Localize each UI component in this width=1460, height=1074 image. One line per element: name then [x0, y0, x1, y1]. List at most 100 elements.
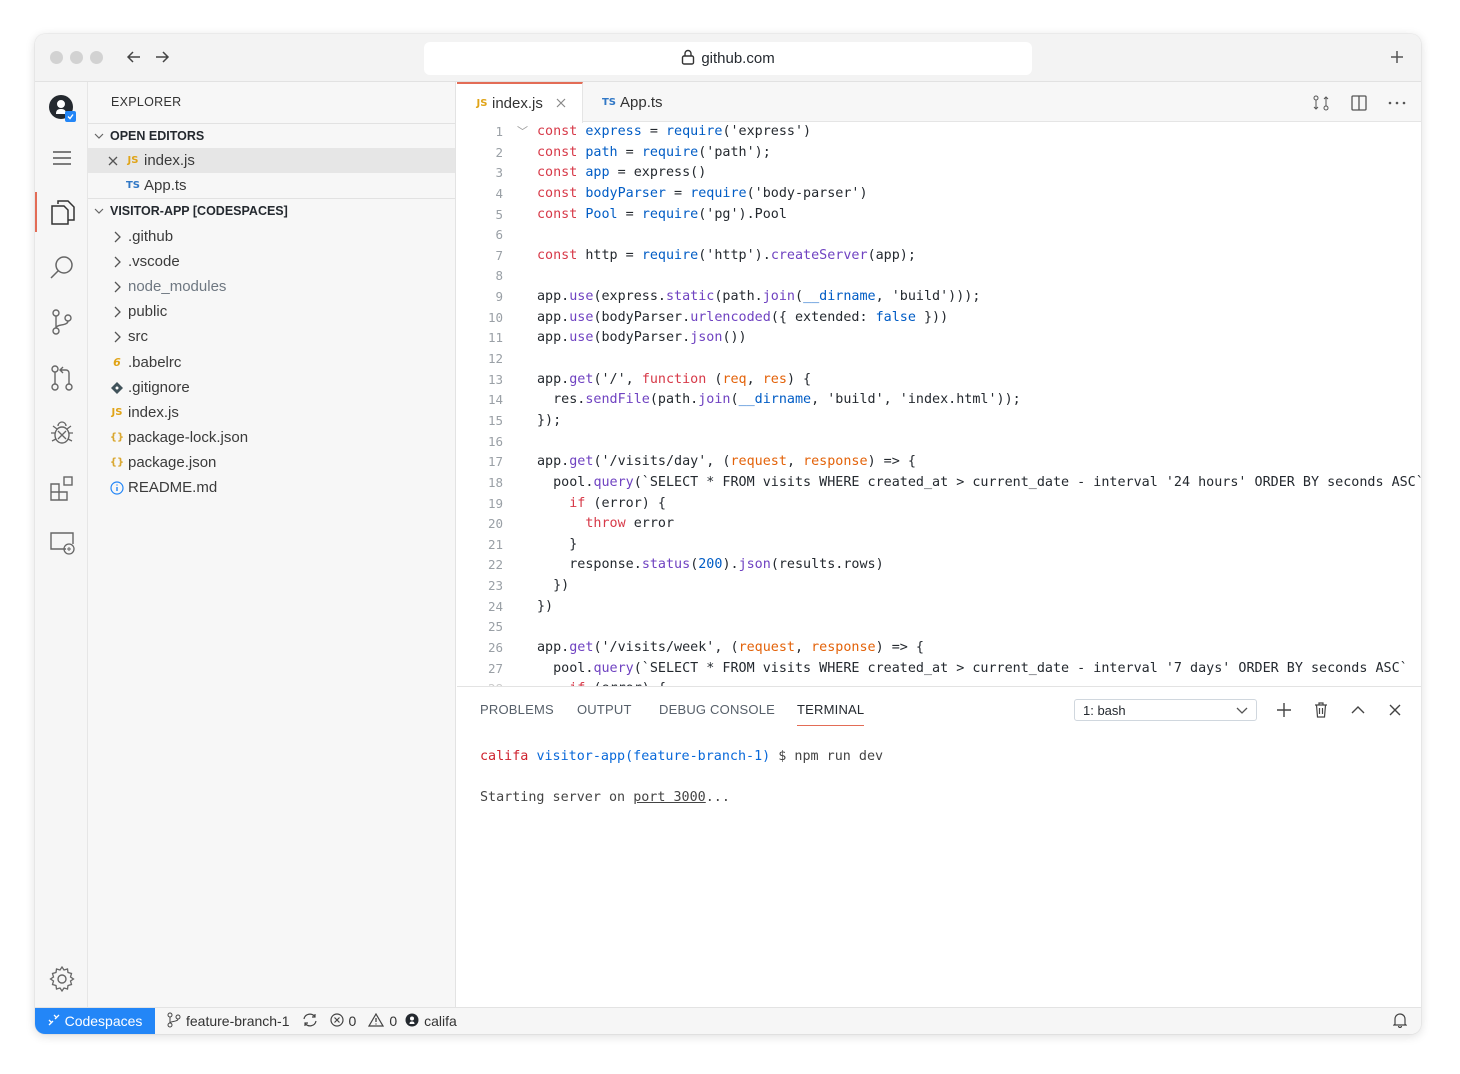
menu-icon[interactable] — [35, 138, 88, 178]
close-icon[interactable] — [104, 156, 122, 166]
code-line: 9 app.use(express.static(path.join(__dirn… — [495, 289, 981, 305]
folder-src[interactable]: src — [88, 324, 455, 349]
pull-request-icon[interactable] — [35, 358, 88, 398]
code-line: 26 app.get('/visits/week', (request, resp… — [487, 640, 924, 656]
terminal-select-value: 1: bash — [1083, 702, 1126, 718]
tab-terminal[interactable]: TERMINAL — [797, 702, 865, 726]
chevron-up-icon[interactable] — [1346, 698, 1370, 722]
typescript-file-icon: TS — [601, 96, 617, 108]
window-zoom-button[interactable] — [90, 51, 103, 64]
window-minimize-button[interactable] — [70, 51, 83, 64]
terminal-prompt-line[interactable]: califa visitor-app(feature-branch-1) $ n… — [480, 749, 883, 764]
javascript-file-icon: JS — [476, 98, 488, 109]
terminal-command: $ npm run dev — [778, 749, 884, 764]
terminal-dir: visitor-app(feature-branch-1) — [536, 749, 771, 764]
terminal-output-line: Starting server on port 3000... — [480, 790, 730, 805]
tab-problems[interactable]: PROBLEMS — [480, 702, 554, 725]
new-terminal-plus-icon[interactable] — [1272, 698, 1296, 722]
terminal-select[interactable]: 1: bash — [1074, 699, 1257, 721]
tab-debug-console[interactable]: DEBUG CONSOLE — [659, 702, 775, 725]
tab-index-js[interactable]: JS index.js — [457, 82, 583, 123]
new-tab-plus-icon[interactable] — [1385, 45, 1409, 69]
terminal-port-link[interactable]: port 3000 — [633, 790, 706, 805]
open-editor-app-ts[interactable]: TS App.ts — [88, 173, 455, 198]
open-editors-header[interactable]: OPEN EDITORS — [88, 123, 455, 147]
warnings-indicator[interactable]: 0 — [368, 1012, 398, 1030]
code-line: 6 — [495, 227, 503, 243]
branch-indicator[interactable]: feature-branch-1 — [167, 1012, 290, 1031]
debug-bug-icon[interactable] — [35, 413, 88, 453]
tab-output[interactable]: OUTPUT — [577, 702, 632, 725]
explorer-title: EXPLORER — [111, 95, 182, 109]
babel-icon: 6 — [113, 356, 121, 369]
code-line: 4 const bodyParser = require('body-parser… — [495, 185, 868, 201]
code-line: 24}) — [487, 598, 554, 614]
code-view[interactable]: 1 ﹀ const express = require('express') 2 co… — [457, 122, 1421, 686]
github-codespaces-logo-icon[interactable] — [35, 88, 88, 128]
tab-app-ts[interactable]: TS App.ts — [598, 82, 663, 122]
window-close-button[interactable] — [50, 51, 63, 64]
warnings-count: 0 — [389, 1013, 398, 1029]
sync-button[interactable] — [302, 1013, 318, 1030]
folder-public[interactable]: public — [88, 299, 455, 324]
code-line: 19 if (error) { — [487, 495, 666, 511]
trash-icon[interactable] — [1309, 698, 1333, 722]
open-editor-label: index.js — [144, 152, 195, 169]
file-package-lock-json[interactable]: {} package-lock.json — [88, 425, 455, 450]
remote-label: Codespaces — [64, 1013, 143, 1029]
explorer-files-icon[interactable] — [35, 192, 88, 232]
warning-triangle-icon — [368, 1012, 385, 1030]
fold-chevron-icon: ﹀ — [517, 125, 528, 138]
chevron-down-icon — [88, 131, 110, 141]
bottom-panel: PROBLEMS OUTPUT DEBUG CONSOLE TERMINAL 1… — [457, 686, 1421, 1007]
file-label: README.md — [128, 479, 218, 496]
tab-label: index.js — [492, 95, 543, 112]
remote-explorer-icon[interactable] — [35, 523, 88, 563]
back-arrow-icon[interactable] — [122, 45, 146, 69]
github-account-indicator[interactable]: califa — [405, 1013, 457, 1030]
notifications-bell-icon[interactable] — [1392, 1012, 1408, 1031]
folder-label: node_modules — [128, 278, 227, 295]
file-label: .babelrc — [128, 354, 182, 371]
code-line: 8 — [495, 268, 503, 284]
settings-gear-icon[interactable] — [35, 959, 88, 999]
folder-github[interactable]: .github — [88, 224, 455, 249]
json-file-icon: {} — [109, 457, 125, 468]
file-readme-md[interactable]: README.md — [88, 475, 455, 500]
remote-icon — [48, 1013, 60, 1029]
code-line: 22 response.status(200).json(results.row… — [487, 557, 884, 573]
terminal-user: califa — [480, 749, 529, 764]
errors-indicator[interactable]: 0 — [329, 1012, 357, 1030]
file-babelrc[interactable]: 6 .babelrc — [88, 350, 455, 375]
folder-node-modules[interactable]: node_modules — [88, 274, 455, 299]
browser-toolbar: github.com — [35, 34, 1421, 82]
chevron-right-icon — [106, 331, 128, 343]
code-line: 18 pool.query(`SELECT * FROM visits WHER… — [487, 474, 1421, 490]
file-gitignore[interactable]: .gitignore — [88, 375, 455, 400]
activity-bar — [35, 82, 88, 1007]
file-package-json[interactable]: {} package.json — [88, 450, 455, 475]
folder-vscode[interactable]: .vscode — [88, 249, 455, 274]
file-label: package.json — [128, 454, 217, 471]
project-header[interactable]: VISITOR-APP [CODESPACES] — [88, 198, 455, 222]
browser-window: github.com EXPLORER OPEN EDITORS JS inde… — [35, 34, 1421, 1034]
address-bar[interactable]: github.com — [424, 42, 1032, 75]
error-circle-icon — [329, 1012, 344, 1030]
compare-changes-icon[interactable] — [1309, 91, 1333, 115]
code-line: 21 } — [487, 536, 578, 552]
split-editor-icon[interactable] — [1347, 91, 1371, 115]
code-line: 23 }) — [487, 578, 570, 594]
errors-count: 0 — [348, 1013, 357, 1029]
open-editor-index-js[interactable]: JS index.js — [88, 148, 455, 173]
extensions-icon[interactable] — [35, 468, 88, 508]
tab-label: App.ts — [620, 93, 663, 111]
source-control-icon[interactable] — [35, 302, 88, 342]
forward-arrow-icon[interactable] — [150, 45, 174, 69]
close-icon[interactable] — [556, 95, 566, 112]
file-index-js[interactable]: JS index.js — [88, 400, 455, 425]
remote-indicator-button[interactable]: Codespaces — [35, 1007, 155, 1034]
close-panel-icon[interactable] — [1383, 698, 1407, 722]
chevron-right-icon — [106, 281, 128, 293]
search-icon[interactable] — [35, 247, 88, 287]
more-actions-icon[interactable] — [1385, 91, 1409, 115]
